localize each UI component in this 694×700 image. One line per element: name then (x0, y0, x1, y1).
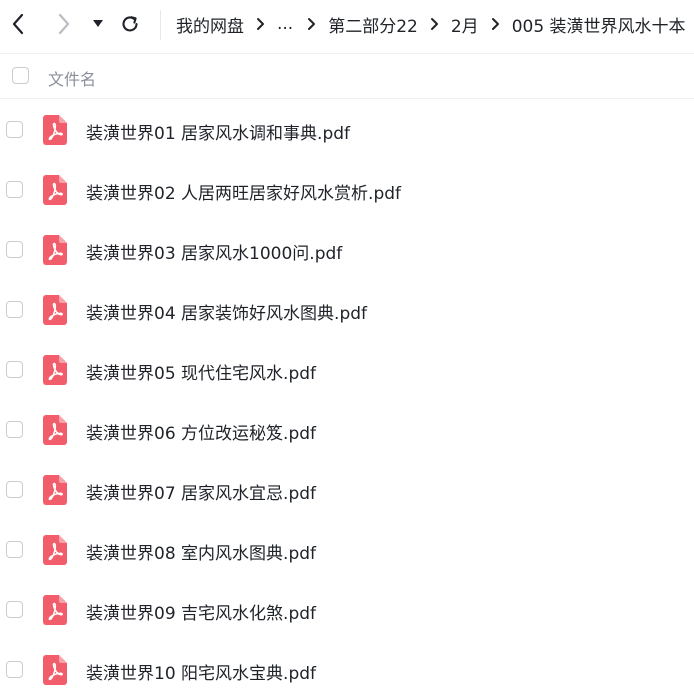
pdf-icon (43, 655, 67, 685)
file-checkbox[interactable] (6, 421, 23, 438)
refresh-icon (122, 16, 138, 32)
file-row[interactable]: 装潢世界02 人居两旺居家好风水赏析.pdf (0, 160, 694, 220)
file-checkbox[interactable] (6, 121, 23, 138)
pdf-icon (43, 175, 67, 205)
caret-down-icon (93, 20, 103, 27)
list-header: 文件名 (0, 55, 694, 99)
file-checkbox[interactable] (6, 601, 23, 618)
file-row[interactable]: 装潢世界08 室内风水图典.pdf (0, 520, 694, 580)
chevron-right-icon (491, 17, 500, 31)
file-checkbox[interactable] (6, 301, 23, 318)
chevron-right-icon (58, 13, 70, 35)
pdf-icon (43, 115, 67, 145)
file-name[interactable]: 装潢世界09 吉宅风水化煞.pdf (86, 599, 316, 624)
select-all-checkbox[interactable] (12, 67, 29, 84)
file-name[interactable]: 装潢世界02 人居两旺居家好风水赏析.pdf (86, 179, 401, 204)
file-row[interactable]: 装潢世界09 吉宅风水化煞.pdf (0, 580, 694, 640)
pdf-icon (43, 475, 67, 505)
file-checkbox[interactable] (6, 661, 23, 678)
file-name[interactable]: 装潢世界06 方位改运秘笈.pdf (86, 419, 316, 444)
file-list: 装潢世界01 居家风水调和事典.pdf 装潢世界02 人居两旺居家好风水赏析.p… (0, 100, 694, 700)
file-name[interactable]: 装潢世界10 阳宅风水宝典.pdf (86, 659, 316, 684)
refresh-button[interactable] (117, 10, 143, 38)
pdf-icon (43, 355, 67, 385)
pdf-icon (43, 535, 67, 565)
breadcrumb: 我的网盘 ... 第二部分22 2月 005 装潢世界风水十本 (176, 0, 694, 48)
file-name[interactable]: 装潢世界01 居家风水调和事典.pdf (86, 119, 350, 144)
file-name[interactable]: 装潢世界03 居家风水1000问.pdf (86, 239, 342, 264)
file-checkbox[interactable] (6, 181, 23, 198)
file-checkbox[interactable] (6, 241, 23, 258)
chevron-right-icon (430, 17, 439, 31)
file-row[interactable]: 装潢世界07 居家风水宜忌.pdf (0, 460, 694, 520)
chevron-right-icon (307, 17, 316, 31)
back-button[interactable] (6, 10, 30, 38)
breadcrumb-february[interactable]: 2月 (451, 12, 479, 37)
file-checkbox[interactable] (6, 361, 23, 378)
file-name[interactable]: 装潢世界08 室内风水图典.pdf (86, 539, 316, 564)
column-header-filename[interactable]: 文件名 (48, 66, 96, 90)
chevron-left-icon (12, 13, 24, 35)
file-checkbox[interactable] (6, 541, 23, 558)
pdf-icon (43, 595, 67, 625)
chevron-right-icon (256, 17, 265, 31)
file-row[interactable]: 装潢世界04 居家装饰好风水图典.pdf (0, 280, 694, 340)
breadcrumb-root[interactable]: 我的网盘 (176, 12, 244, 37)
file-name[interactable]: 装潢世界05 现代住宅风水.pdf (86, 359, 316, 384)
file-row[interactable]: 装潢世界05 现代住宅风水.pdf (0, 340, 694, 400)
pdf-icon (43, 415, 67, 445)
file-checkbox[interactable] (6, 481, 23, 498)
history-dropdown-button[interactable] (88, 10, 108, 38)
file-name[interactable]: 装潢世界07 居家风水宜忌.pdf (86, 479, 316, 504)
pdf-icon (43, 235, 67, 265)
breadcrumb-current-folder[interactable]: 005 装潢世界风水十本 (512, 12, 686, 37)
forward-button[interactable] (52, 10, 76, 38)
breadcrumb-part2[interactable]: 第二部分22 (328, 12, 418, 37)
file-row[interactable]: 装潢世界06 方位改运秘笈.pdf (0, 400, 694, 460)
file-name[interactable]: 装潢世界04 居家装饰好风水图典.pdf (86, 299, 367, 324)
pdf-icon (43, 295, 67, 325)
file-row[interactable]: 装潢世界03 居家风水1000问.pdf (0, 220, 694, 280)
toolbar-divider (160, 10, 161, 40)
file-row[interactable]: 装潢世界10 阳宅风水宝典.pdf (0, 640, 694, 700)
toolbar: 我的网盘 ... 第二部分22 2月 005 装潢世界风水十本 (0, 0, 694, 54)
breadcrumb-ellipsis[interactable]: ... (277, 14, 293, 34)
file-row[interactable]: 装潢世界01 居家风水调和事典.pdf (0, 100, 694, 160)
